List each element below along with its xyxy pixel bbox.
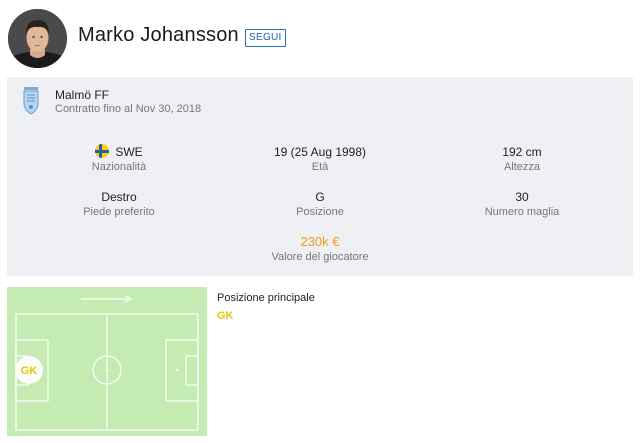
shirt-number-label: Numero maglia xyxy=(484,206,560,218)
attack-direction-arrow-icon xyxy=(81,295,133,303)
club-name-link[interactable]: Malmö FF xyxy=(55,88,109,102)
position-marker-label: GK xyxy=(21,365,38,377)
player-name: Marko Johansson xyxy=(78,24,239,46)
foot-label: Piede preferito xyxy=(83,206,155,218)
market-value-label: Valore del giocatore xyxy=(271,251,369,263)
age-label: Età xyxy=(311,161,329,173)
player-info-panel: Malmö FF Contratto fino al Nov 30, 2018 … xyxy=(7,77,633,276)
malmo-ff-crest-icon[interactable] xyxy=(22,86,40,116)
shirt-cell: 30 Numero maglia xyxy=(422,189,622,218)
foot-cell: Destro Piede preferito xyxy=(19,189,219,218)
position-value: G xyxy=(315,190,325,204)
age-cell: 19 (25 Aug 1998) Età xyxy=(220,144,420,173)
position-cell: G Posizione xyxy=(220,189,420,218)
market-value: 230k € xyxy=(300,234,340,249)
age-value: 19 (25 Aug 1998) xyxy=(273,145,367,159)
main-position-value: GK xyxy=(217,310,234,322)
nationality-cell: SWE Nazionalità xyxy=(19,144,219,173)
height-value: 192 cm xyxy=(502,145,542,159)
position-label: Posizione xyxy=(296,206,344,218)
main-position-title: Posizione principale xyxy=(217,292,315,304)
market-value-cell: 230k € Valore del giocatore xyxy=(220,234,420,263)
sweden-flag-icon xyxy=(95,144,110,158)
position-pitch: GK xyxy=(7,287,207,436)
follow-button[interactable]: SEGUI xyxy=(245,29,286,47)
player-avatar xyxy=(8,9,67,68)
height-cell: 192 cm Altezza xyxy=(422,144,622,173)
contract-info: Contratto fino al Nov 30, 2018 xyxy=(55,103,202,115)
height-label: Altezza xyxy=(503,161,541,173)
foot-value: Destro xyxy=(101,190,137,204)
shirt-number-value: 30 xyxy=(515,190,529,204)
nationality-value: SWE xyxy=(115,145,143,159)
nationality-label: Nazionalità xyxy=(91,161,147,173)
